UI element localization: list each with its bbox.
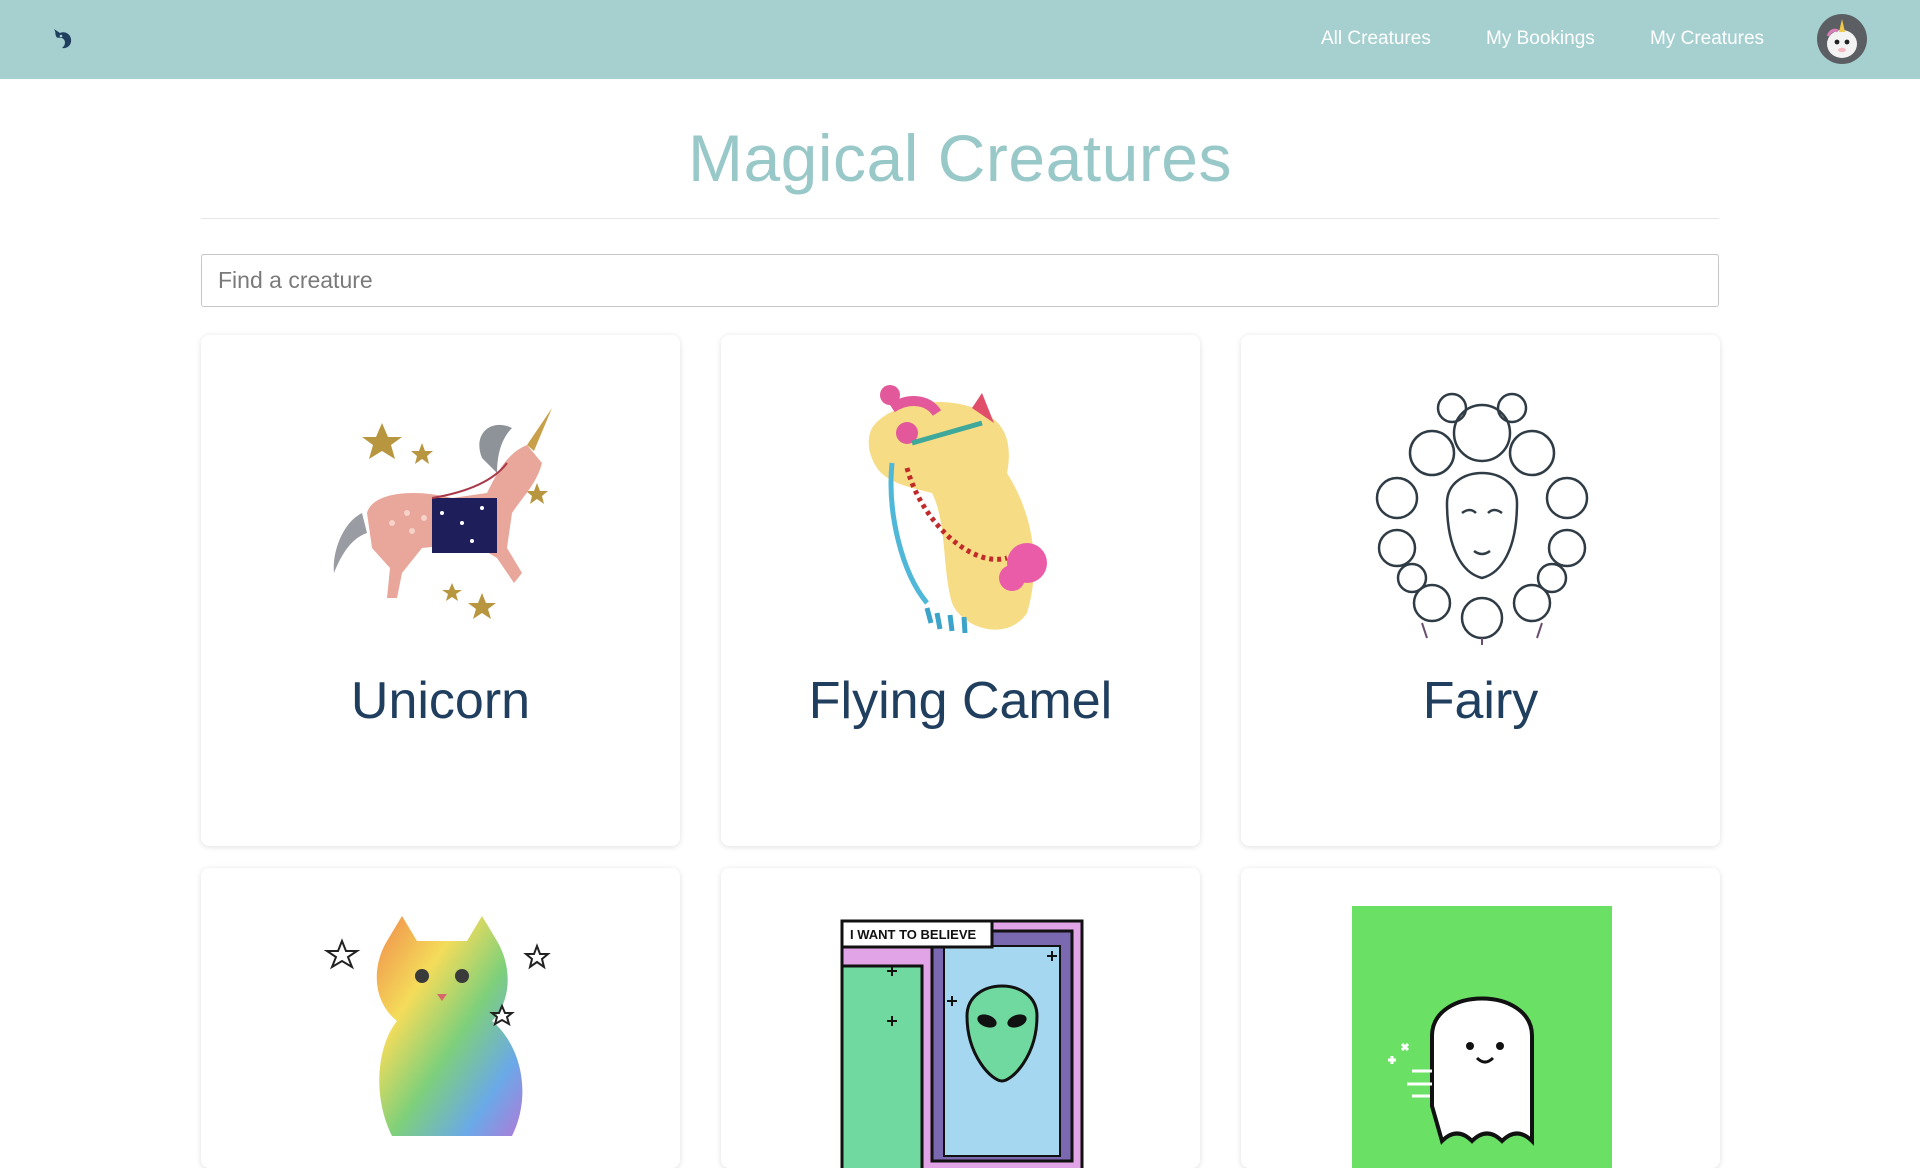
nav-my-bookings[interactable]: My Bookings (1486, 0, 1595, 79)
title-divider (201, 218, 1719, 219)
creature-card-fairy[interactable]: Fairy (1241, 335, 1720, 846)
creature-name: Flying Camel (808, 672, 1113, 730)
creature-search-input[interactable] (201, 254, 1719, 307)
creature-card-unicorn[interactable]: Unicorn (201, 335, 680, 846)
page-title: Magical Creatures (687, 121, 1233, 195)
camel-illustration (868, 385, 1047, 634)
fairy-illustration (1375, 392, 1589, 645)
home-logo[interactable] (44, 20, 80, 56)
creature-card-ghost[interactable] (1241, 868, 1720, 1168)
nav-my-creatures[interactable]: My Creatures (1650, 0, 1764, 79)
alien-poster-text: I WANT TO BELIEVE (850, 927, 976, 942)
rainbow-kitten-illustration (323, 916, 551, 1136)
creature-name: Unicorn (350, 672, 531, 730)
alien-illustration: I WANT TO BELIEVE (840, 919, 1084, 1168)
user-avatar[interactable] (1817, 14, 1867, 64)
unicorn-avatar-icon (1826, 19, 1857, 58)
nav-all-creatures[interactable]: All Creatures (1321, 0, 1431, 79)
unicorn-icon (54, 29, 72, 49)
creature-name: Fairy (1422, 672, 1539, 730)
creature-card-flying-camel[interactable]: Flying Camel (721, 335, 1200, 846)
unicorn-illustration (333, 408, 552, 619)
ghost-illustration (1352, 906, 1612, 1168)
creature-card-alien[interactable]: I WANT TO BELIEVE (721, 868, 1200, 1168)
navbar: All Creatures My Bookings My Creatures (0, 0, 1920, 79)
creature-card-kitten[interactable] (201, 868, 680, 1168)
